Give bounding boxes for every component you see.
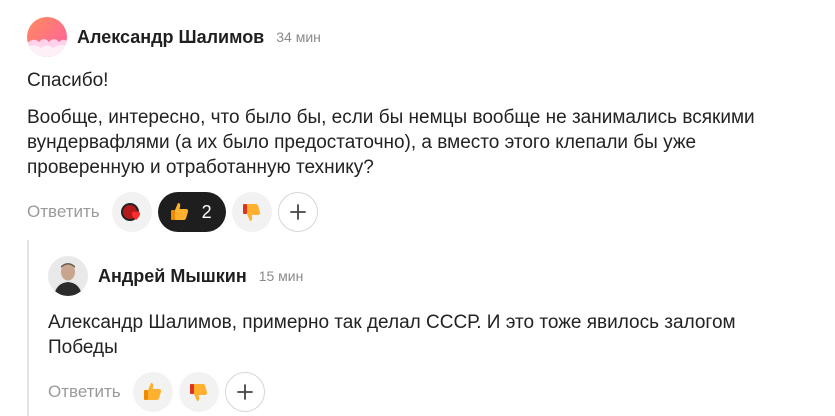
- thumbs-down-icon: [189, 384, 207, 401]
- avatar[interactable]: [27, 17, 67, 57]
- reaction-like-button[interactable]: 2: [157, 192, 226, 232]
- avatar-image: [27, 17, 67, 57]
- comment-time: 34 мин: [276, 29, 321, 45]
- reaction-dislike-button[interactable]: [178, 372, 219, 412]
- author-name[interactable]: Александр Шалимов: [77, 27, 264, 48]
- comment-paragraph: Спасибо!: [27, 70, 109, 91]
- avatar-image: [48, 256, 88, 296]
- comment-paragraph: Вообще, интересно, что было бы, если бы …: [27, 107, 755, 178]
- reply-text: Александр Шалимов, примерно так делал СС…: [48, 312, 736, 358]
- add-reaction-button[interactable]: [224, 372, 265, 412]
- thumbs-down-icon: [242, 204, 260, 221]
- comment-header: Александр Шалимов 34 мин: [27, 17, 321, 57]
- heart-reaction-icon: [120, 203, 140, 221]
- plus-icon: [289, 204, 306, 220]
- reply-time: 15 мин: [258, 268, 304, 284]
- add-reaction-button[interactable]: [277, 192, 318, 232]
- reaction-like-button[interactable]: [132, 372, 173, 412]
- reaction-dislike-button[interactable]: [231, 192, 272, 232]
- thumbs-up-icon: [143, 383, 161, 400]
- author-name[interactable]: Андрей Мышкин: [98, 266, 247, 287]
- reply-button[interactable]: Ответить: [27, 202, 100, 222]
- like-count: 2: [201, 201, 212, 222]
- thumbs-up-icon: [170, 203, 188, 220]
- reply-actions: Ответить: [48, 372, 271, 412]
- thread-line: [27, 240, 29, 416]
- avatar[interactable]: [48, 256, 88, 296]
- comment-actions: Ответить 2: [27, 192, 324, 232]
- comment-text: Спасибо! Вообще, интересно, что было бы,…: [27, 68, 807, 180]
- reply-header: Андрей Мышкин 15 мин: [48, 256, 303, 296]
- reaction-heart-button[interactable]: [111, 192, 152, 232]
- reply-button[interactable]: Ответить: [48, 382, 121, 402]
- plus-icon: [236, 384, 253, 400]
